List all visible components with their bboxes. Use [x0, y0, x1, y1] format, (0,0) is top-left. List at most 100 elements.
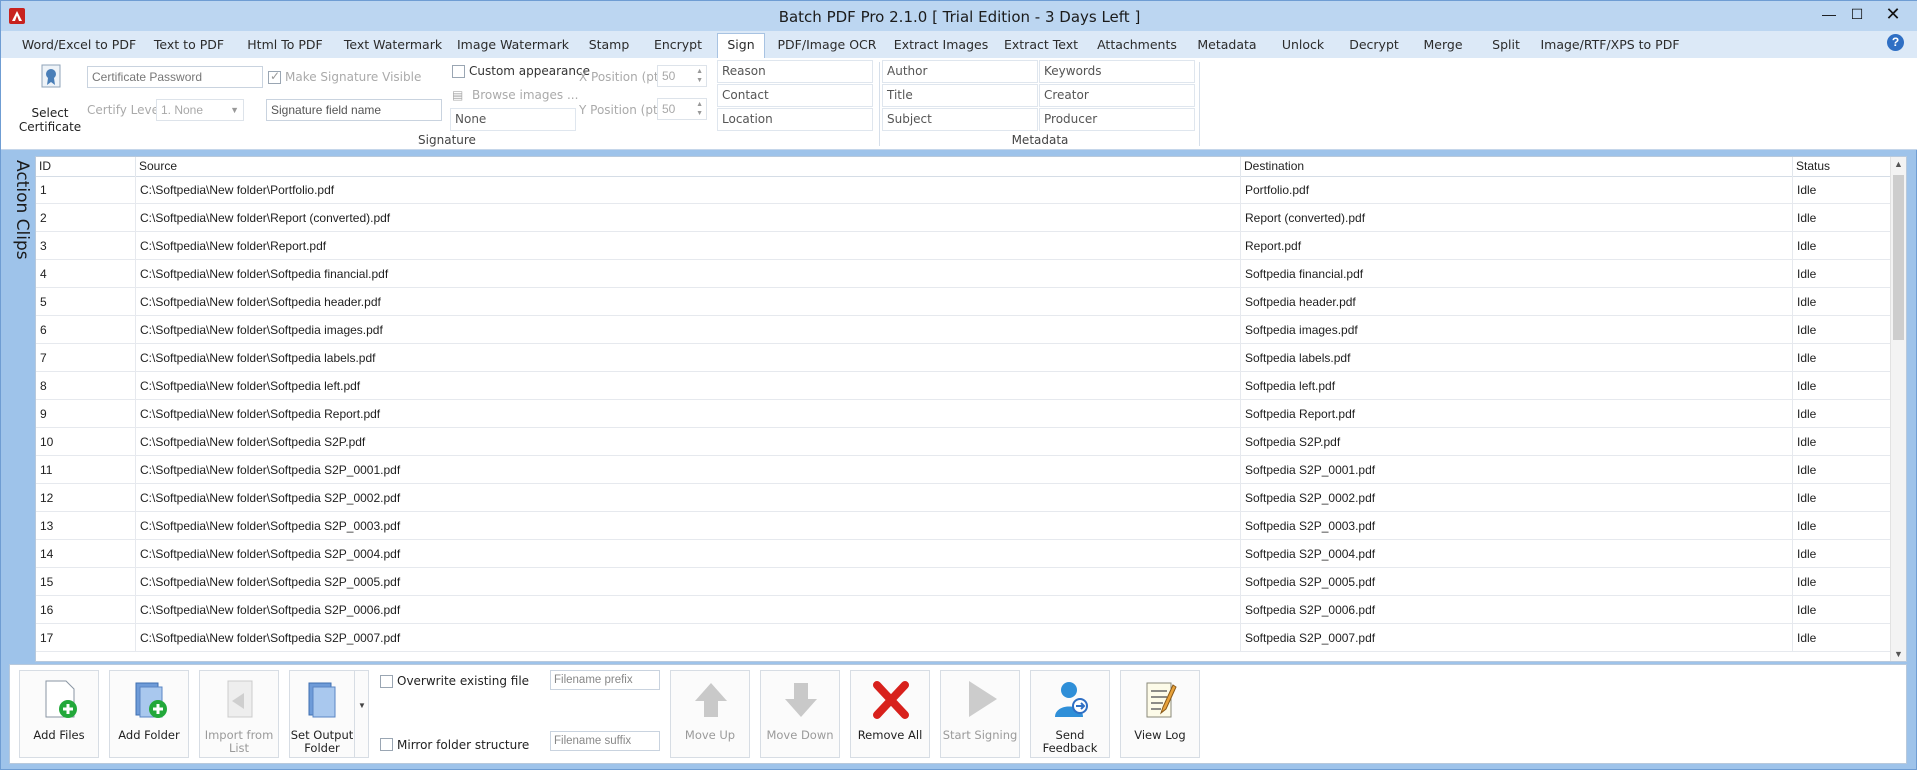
remove-all-button[interactable]: Remove All [850, 670, 930, 758]
contact-field[interactable]: Contact [717, 84, 873, 107]
add-files-button[interactable]: Add Files [19, 670, 99, 758]
cell-status: Idle [1793, 204, 1891, 232]
table-row[interactable]: 8 C:\Softpedia\New folder\Softpedia left.… [36, 372, 1891, 400]
maximize-button[interactable]: ☐ [1844, 3, 1870, 25]
table-row[interactable]: 2 C:\Softpedia\New folder\Report (convert… [36, 204, 1891, 232]
tab-pdf-image-ocr[interactable]: PDF/Image OCR [771, 34, 883, 58]
table-row[interactable]: 15 C:\Softpedia\New folder\Softpedia S2P_… [36, 568, 1891, 596]
group-divider [879, 62, 880, 146]
certify-level-label: Certify Level [87, 103, 163, 117]
appearance-image-field[interactable]: None [450, 108, 576, 131]
action-clips-panel-toggle[interactable]: Action Clips [9, 156, 35, 662]
view-log-button[interactable]: View Log [1120, 670, 1200, 758]
move-down-button[interactable]: Move Down [760, 670, 840, 758]
column-header-id[interactable]: ID [36, 157, 136, 177]
vertical-scrollbar[interactable]: ▲ ▼ [1890, 157, 1906, 661]
certify-level-select[interactable]: 1. None ▼ [156, 99, 244, 121]
tab-word-excel-to-pdf[interactable]: Word/Excel to PDF [15, 34, 143, 58]
cell-source: C:\Softpedia\New folder\Softpedia S2P_00… [136, 540, 1241, 568]
location-field[interactable]: Location [717, 108, 873, 131]
table-row[interactable]: 7 C:\Softpedia\New folder\Softpedia label… [36, 344, 1891, 372]
title-field[interactable]: Title [882, 84, 1038, 107]
table-row[interactable]: 10 C:\Softpedia\New folder\Softpedia S2P.… [36, 428, 1891, 456]
table-row[interactable]: 13 C:\Softpedia\New folder\Softpedia S2P_… [36, 512, 1891, 540]
table-row[interactable]: 6 C:\Softpedia\New folder\Softpedia image… [36, 316, 1891, 344]
table-row[interactable]: 1 C:\Softpedia\New folder\Portfolio.pdf Po… [36, 176, 1891, 204]
column-header-source[interactable]: Source [136, 157, 1241, 177]
minimize-button[interactable]: — [1816, 3, 1842, 25]
make-signature-visible-checkbox[interactable] [268, 69, 281, 84]
author-field[interactable]: Author [882, 60, 1038, 83]
start-signing-button[interactable]: Start Signing [940, 670, 1020, 758]
scrollbar-thumb[interactable] [1893, 175, 1904, 340]
filename-prefix-input[interactable]: Filename prefix [550, 670, 660, 690]
table-row[interactable]: 17 C:\Softpedia\New folder\Softpedia S2P_… [36, 624, 1891, 652]
set-output-folder-button[interactable]: Set Output Folder [289, 670, 355, 758]
certificate-icon [41, 64, 61, 88]
x-position-spinner[interactable]: 50 ▲ ▼ [657, 65, 707, 87]
select-certificate-button[interactable]: Select Certificate [15, 64, 85, 134]
keywords-field[interactable]: Keywords [1039, 60, 1195, 83]
certificate-password-input[interactable]: Certificate Password [87, 66, 263, 88]
subject-field[interactable]: Subject [882, 108, 1038, 131]
table-row[interactable]: 4 C:\Softpedia\New folder\Softpedia finan… [36, 260, 1891, 288]
tab-image-watermark[interactable]: Image Watermark [451, 34, 575, 58]
column-header-status[interactable]: Status [1793, 157, 1891, 177]
scroll-down-icon[interactable]: ▼ [1894, 649, 1903, 659]
move-up-button[interactable]: Move Up [670, 670, 750, 758]
move-up-label: Move Up [684, 728, 736, 742]
tab-html-to-pdf[interactable]: Html To PDF [235, 34, 335, 58]
close-button[interactable]: ✕ [1880, 3, 1906, 25]
cell-id: 11 [36, 456, 136, 484]
table-row[interactable]: 14 C:\Softpedia\New folder\Softpedia S2P_… [36, 540, 1891, 568]
cell-id: 4 [36, 260, 136, 288]
table-row[interactable]: 3 C:\Softpedia\New folder\Report.pdf Repor… [36, 232, 1891, 260]
overwrite-existing-file-checkbox[interactable] [380, 675, 393, 688]
table-row[interactable]: 12 C:\Softpedia\New folder\Softpedia S2P_… [36, 484, 1891, 512]
table-row[interactable]: 9 C:\Softpedia\New folder\Softpedia Repor… [36, 400, 1891, 428]
x-position-value: 50 [662, 69, 676, 83]
tab-text-to-pdf[interactable]: Text to PDF [147, 34, 231, 58]
cell-destination: Softpedia S2P_0006.pdf [1241, 596, 1793, 624]
filename-suffix-input[interactable]: Filename suffix [550, 731, 660, 751]
mirror-folder-structure-checkbox[interactable] [380, 738, 393, 751]
add-folder-icon [135, 682, 167, 718]
browse-images-button[interactable]: Browse images ... [472, 88, 578, 102]
tab-split[interactable]: Split [1481, 34, 1531, 58]
producer-field[interactable]: Producer [1039, 108, 1195, 131]
scroll-up-icon[interactable]: ▲ [1894, 159, 1903, 169]
y-position-spinner[interactable]: 50 ▲ ▼ [657, 98, 707, 120]
import-from-list-button[interactable]: Import from List [199, 670, 279, 758]
cell-destination: Softpedia header.pdf [1241, 288, 1793, 316]
tab-sign[interactable]: Sign [717, 33, 765, 59]
send-feedback-button[interactable]: Send Feedback [1030, 670, 1110, 758]
tab-metadata[interactable]: Metadata [1191, 34, 1263, 58]
file-list-table: ID Source Destination Status 1 C:\Softped… [35, 156, 1907, 662]
cell-id: 1 [36, 176, 136, 204]
tab-stamp[interactable]: Stamp [579, 34, 639, 58]
tab-merge[interactable]: Merge [1409, 34, 1477, 58]
tab-extract-text[interactable]: Extract Text [999, 34, 1083, 58]
reason-field[interactable]: Reason [717, 60, 873, 83]
cell-destination: Softpedia Report.pdf [1241, 400, 1793, 428]
set-output-folder-dropdown[interactable]: ▼ [355, 670, 369, 758]
tab-extract-images[interactable]: Extract Images [887, 34, 995, 58]
custom-appearance-checkbox[interactable] [452, 65, 465, 78]
table-row[interactable]: 16 C:\Softpedia\New folder\Softpedia S2P_… [36, 596, 1891, 624]
creator-field[interactable]: Creator [1039, 84, 1195, 107]
tab-image-rtf-xps-to-pdf[interactable]: Image/RTF/XPS to PDF [1535, 34, 1685, 58]
tab-encrypt[interactable]: Encrypt [643, 34, 713, 58]
tab-text-watermark[interactable]: Text Watermark [339, 34, 447, 58]
table-row[interactable]: 11 C:\Softpedia\New folder\Softpedia S2P_… [36, 456, 1891, 484]
tab-unlock[interactable]: Unlock [1267, 34, 1339, 58]
cell-source: C:\Softpedia\New folder\Softpedia left.p… [136, 372, 1241, 400]
tab-attachments[interactable]: Attachments [1087, 34, 1187, 58]
column-header-destination[interactable]: Destination [1241, 157, 1793, 177]
tab-decrypt[interactable]: Decrypt [1343, 34, 1405, 58]
add-folder-button[interactable]: Add Folder [109, 670, 189, 758]
output-folder-icon [308, 682, 336, 718]
cell-status: Idle [1793, 232, 1891, 260]
table-row[interactable]: 5 C:\Softpedia\New folder\Softpedia heade… [36, 288, 1891, 316]
signature-field-name-input[interactable]: Signature field name [266, 99, 442, 121]
help-icon[interactable]: ? [1887, 34, 1904, 51]
